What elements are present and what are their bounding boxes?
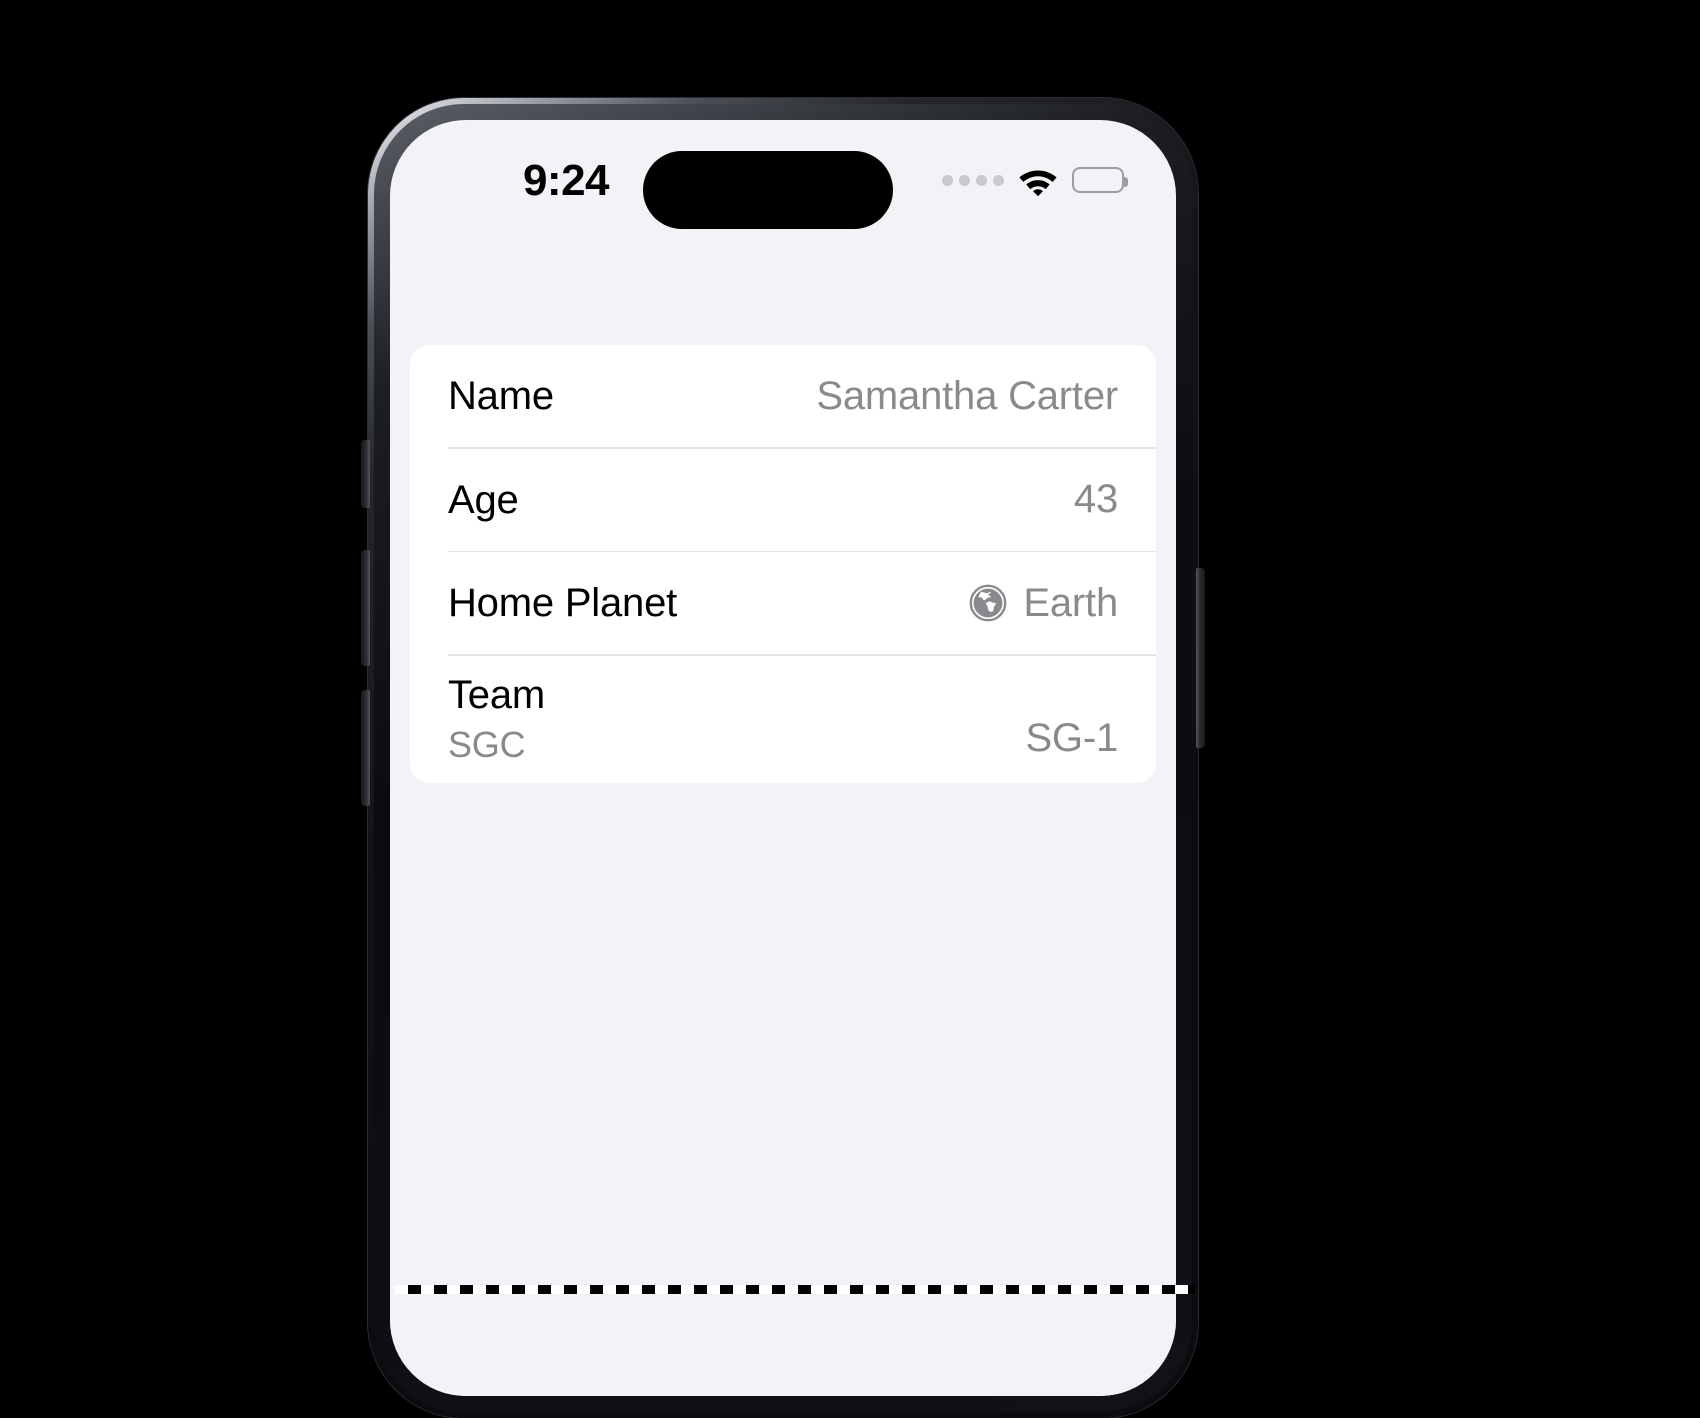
power-button[interactable] [1196, 568, 1205, 748]
list-row-value: 43 [1074, 477, 1118, 522]
status-bar-indicators [942, 160, 1128, 200]
list-row-home-planet[interactable]: Home Planet Earth [410, 552, 1156, 654]
list-row-value: Earth [969, 581, 1118, 626]
list-row-text-block: Team SGC [448, 672, 545, 765]
info-list-card: Name Samantha Carter Age 43 Home Planet … [410, 345, 1156, 783]
status-bar: 9:24 [390, 120, 1176, 248]
cellular-dots-icon [942, 174, 1004, 186]
list-row-value-text: Earth [1023, 580, 1118, 625]
list-row-name[interactable]: Name Samantha Carter [410, 345, 1156, 447]
battery-full-icon [1072, 167, 1128, 193]
dynamic-island[interactable] [643, 151, 893, 229]
volume-up-button[interactable] [361, 550, 370, 666]
list-row-value-text: 43 [1073, 477, 1118, 521]
list-row-label: Home Planet [448, 581, 678, 625]
simulator-bottom-edge [395, 1285, 1195, 1294]
list-row-team[interactable]: Team SGC SG-1 [410, 656, 1156, 783]
phone-screen: 9:24 Name Samantha Carter Age 43 Home Pl… [390, 120, 1176, 1396]
list-row-label: Team [448, 672, 546, 717]
app-content: Name Samantha Carter Age 43 Home Planet … [390, 248, 1176, 1396]
wifi-icon [1016, 164, 1060, 196]
list-row-value: Samantha Carter [816, 374, 1118, 419]
silent-switch-button[interactable] [361, 440, 370, 508]
screenshot-stage: 9:24 Name Samantha Carter Age 43 Home Pl… [0, 0, 1700, 1418]
volume-down-button[interactable] [361, 690, 370, 806]
list-row-label: Age [448, 477, 519, 522]
phone-device-frame: 9:24 Name Samantha Carter Age 43 Home Pl… [361, 98, 1205, 1418]
list-row-label: Name [448, 374, 554, 418]
battery-cap [1124, 177, 1128, 187]
globe-europe-africa-icon [969, 584, 1007, 622]
list-row-value-text: SG-1 [1025, 715, 1118, 760]
list-row-sublabel: SGC [448, 723, 526, 765]
list-row-value-text: Samantha Carter [816, 373, 1118, 418]
list-row-value: SG-1 [1025, 716, 1118, 765]
status-bar-clock: 9:24 [522, 156, 610, 205]
list-row-age[interactable]: Age 43 [410, 449, 1156, 551]
